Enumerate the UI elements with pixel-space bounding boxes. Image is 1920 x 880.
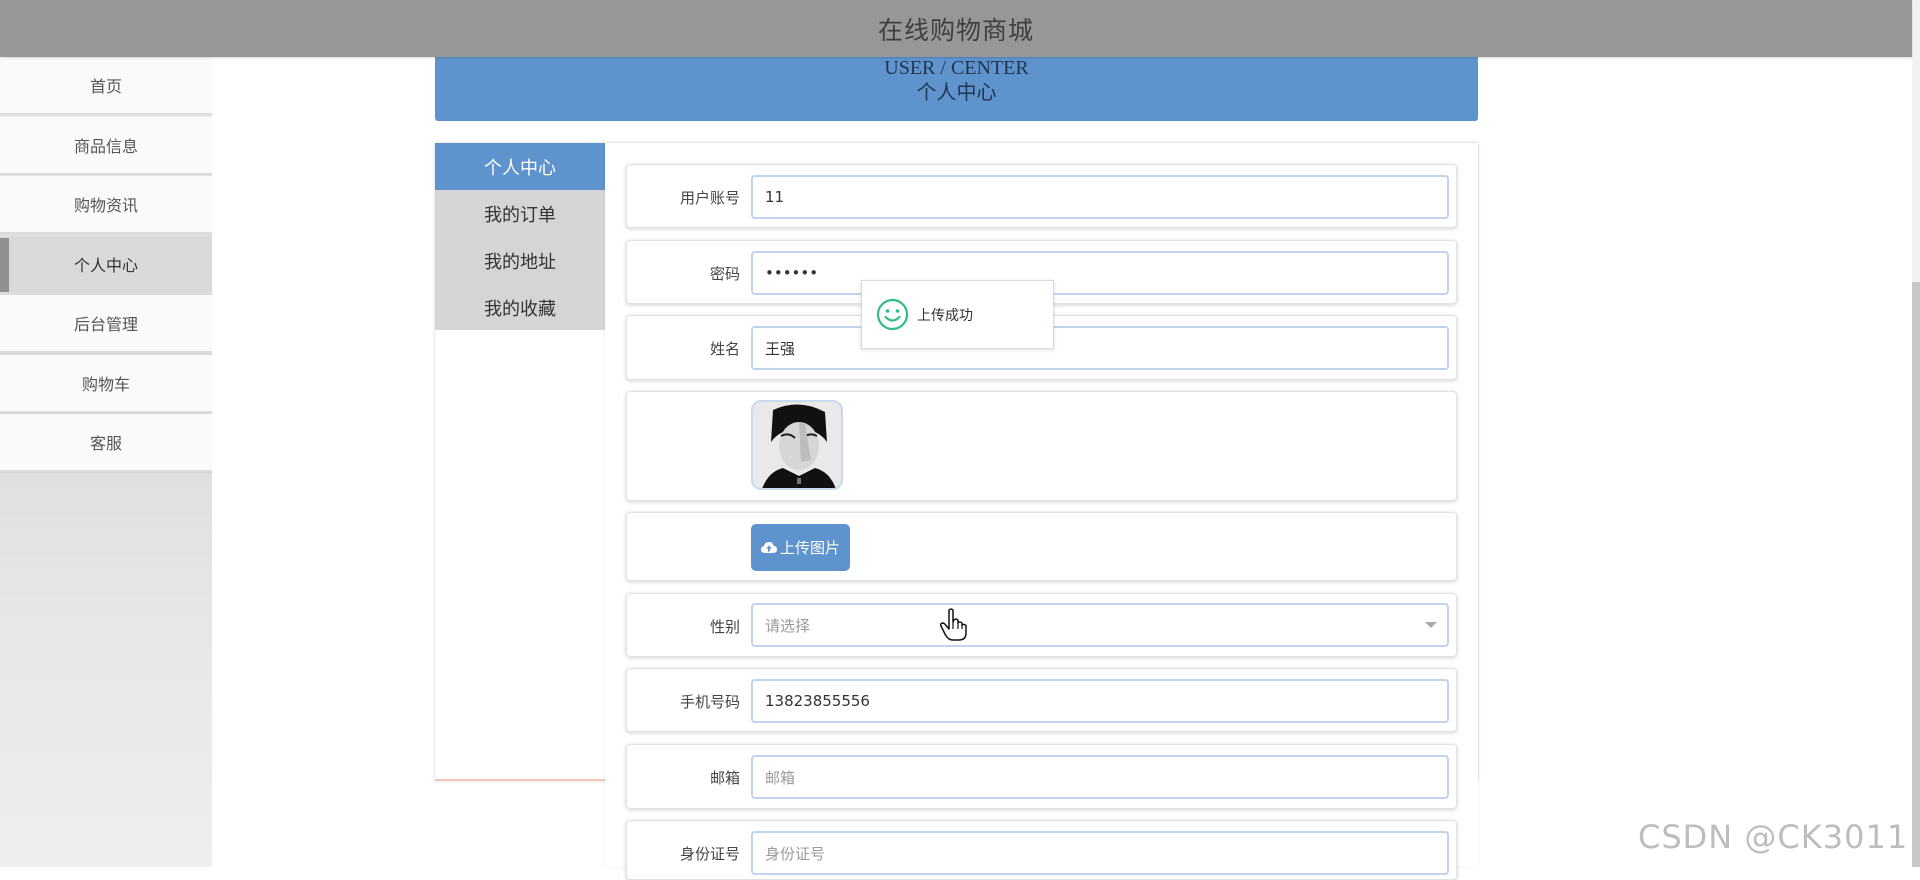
name-input[interactable]: 王强 — [751, 326, 1449, 370]
subnav-item-favorites[interactable]: 我的收藏 — [435, 284, 605, 331]
email-input[interactable]: 邮箱 — [751, 755, 1449, 799]
sidebar-item-news[interactable]: 购物资讯 — [0, 176, 212, 234]
form-row-upload: 上传图片 — [626, 512, 1457, 581]
subnav-item-address[interactable]: 我的地址 — [435, 237, 605, 284]
avatar-portrait — [753, 402, 841, 488]
subnav-item-orders[interactable]: 我的订单 — [435, 190, 605, 237]
name-label: 姓名 — [709, 340, 740, 358]
site-title: 在线购物商城 — [877, 15, 1034, 45]
upload-button-label: 上传图片 — [779, 539, 840, 557]
password-label: 密码 — [709, 265, 740, 283]
subnav-item-profile[interactable]: 个人中心 — [435, 143, 605, 190]
sidebar-item-products[interactable]: 商品信息 — [0, 116, 212, 175]
idcard-label: 身份证号 — [679, 845, 740, 863]
user-center-banner: USER / CENTER 个人中心 — [435, 57, 1478, 121]
form-row-avatar — [626, 391, 1457, 501]
name-value: 王强 — [765, 339, 796, 358]
watermark: CSDN @CK3011 — [1638, 818, 1909, 856]
sidebar-item-cart[interactable]: 购物车 — [0, 354, 212, 413]
phone-value: 13823855556 — [765, 692, 870, 710]
form-row-account: 用户账号 11 — [626, 164, 1457, 228]
idcard-placeholder: 身份证号 — [765, 844, 826, 863]
sidebar-item-label: 购物资讯 — [73, 196, 138, 215]
sidebar-item-admin[interactable]: 后台管理 — [0, 295, 212, 353]
scrollbar-thumb[interactable] — [1912, 282, 1920, 867]
sidebar-item-label: 首页 — [89, 77, 122, 96]
hand-cursor-icon — [940, 608, 967, 641]
avatar — [751, 400, 843, 490]
sidebar-item-label: 后台管理 — [73, 315, 138, 334]
subnav-item-label: 我的订单 — [484, 204, 556, 226]
gender-placeholder: 请选择 — [765, 616, 811, 635]
sidebar: 首页 商品信息 购物资讯 个人中心 后台管理 购物车 客服 — [0, 57, 212, 867]
toast-message: 上传成功 — [917, 307, 973, 324]
gender-select[interactable]: 请选择 — [751, 603, 1449, 647]
form-row-phone: 手机号码 13823855556 — [626, 668, 1457, 732]
sidebar-item-label: 个人中心 — [73, 255, 138, 275]
account-label: 用户账号 — [679, 189, 740, 207]
sidebar-item-user-center[interactable]: 个人中心 — [0, 235, 212, 294]
sidebar-item-home[interactable]: 首页 — [0, 57, 212, 115]
smile-icon — [876, 298, 909, 331]
form-row-gender: 性别 请选择 — [626, 593, 1457, 657]
email-placeholder: 邮箱 — [765, 768, 796, 787]
idcard-input[interactable]: 身份证号 — [751, 831, 1449, 875]
chevron-down-icon — [1425, 622, 1437, 628]
password-input[interactable]: •••••• — [751, 251, 1449, 295]
account-input[interactable]: 11 — [751, 175, 1449, 219]
phone-input[interactable]: 13823855556 — [751, 679, 1449, 723]
sidebar-item-label: 客服 — [89, 434, 122, 453]
top-bar: 在线购物商城 — [0, 0, 1912, 57]
upload-success-toast: 上传成功 — [861, 280, 1054, 349]
email-label: 邮箱 — [709, 769, 740, 787]
sidebar-item-label: 商品信息 — [73, 136, 138, 156]
form-row-email: 邮箱 邮箱 — [626, 744, 1457, 809]
form-row-idcard: 身份证号 身份证号 — [626, 820, 1457, 880]
user-center-subnav: 个人中心 我的订单 我的地址 我的收藏 — [435, 143, 605, 330]
subnav-item-label: 我的收藏 — [484, 298, 556, 320]
phone-label: 手机号码 — [679, 693, 740, 711]
banner-title-en: USER / CENTER — [884, 57, 1029, 79]
upload-image-button[interactable]: 上传图片 — [751, 524, 850, 571]
sidebar-item-service[interactable]: 客服 — [0, 414, 212, 472]
subnav-item-label: 个人中心 — [484, 157, 556, 179]
banner-title-cn: 个人中心 — [916, 80, 997, 104]
account-value: 11 — [765, 188, 785, 206]
cloud-upload-icon — [760, 541, 777, 553]
password-value: •••••• — [765, 264, 819, 282]
sidebar-item-label: 购物车 — [81, 374, 130, 394]
gender-label: 性别 — [709, 618, 740, 636]
subnav-item-label: 我的地址 — [484, 251, 556, 273]
